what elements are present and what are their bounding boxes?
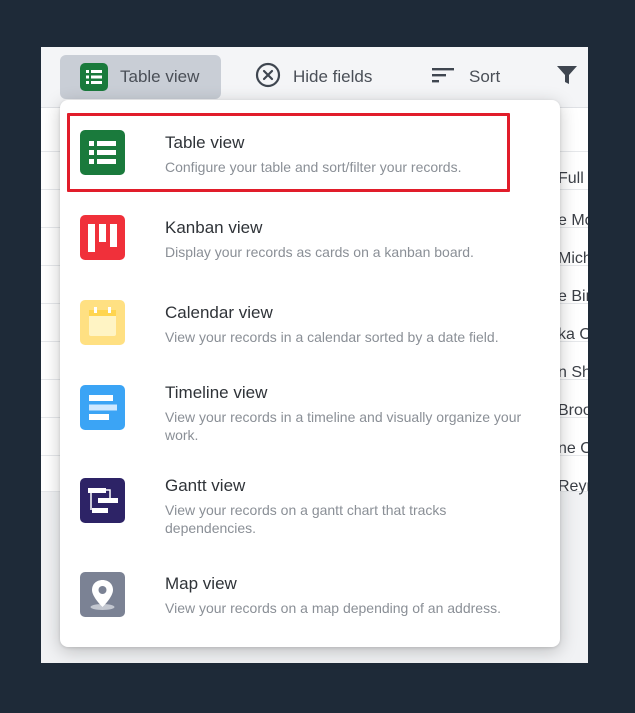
- sort-icon: [431, 66, 455, 89]
- table-cell[interactable]: ka O: [558, 326, 588, 344]
- menu-item-description: Display your records as cards on a kanba…: [165, 244, 474, 260]
- hide-fields-label: Hide fields: [293, 67, 373, 86]
- menu-item-title: Kanban view: [165, 218, 263, 237]
- menu-item-description: View your records in a calendar sorted b…: [165, 329, 499, 345]
- menu-item-description: View your records on a gantt chart that …: [165, 502, 447, 536]
- menu-item-description: Configure your table and sort/filter you…: [165, 159, 462, 175]
- kanban-icon: [80, 215, 125, 260]
- map-pin-icon: [80, 572, 125, 617]
- table-cell[interactable]: n Sh: [558, 364, 588, 382]
- table-cell[interactable]: ne O: [558, 440, 588, 458]
- calendar-icon: [80, 300, 125, 345]
- menu-item-description: View your records in a timeline and visu…: [165, 409, 522, 443]
- filter-button[interactable]: [555, 55, 579, 99]
- menu-item-title: Calendar view: [165, 303, 273, 322]
- table-icon: [80, 130, 125, 175]
- table-icon: [80, 63, 108, 91]
- menu-item-title: Table view: [165, 133, 245, 152]
- menu-item-title: Timeline view: [165, 383, 268, 402]
- table-cell[interactable]: Full: [558, 170, 584, 188]
- selection-highlight: [67, 113, 510, 192]
- filter-icon: [555, 63, 579, 92]
- table-cell[interactable]: e Mo: [558, 212, 588, 230]
- menu-item-title: Map view: [165, 574, 237, 593]
- timeline-icon: [80, 385, 125, 430]
- menu-item-title: Gantt view: [165, 476, 246, 495]
- sort-label: Sort: [469, 67, 501, 86]
- toolbar: Table view Hide fields Sort: [41, 47, 588, 108]
- menu-item-description: View your records on a map depending of …: [165, 600, 501, 616]
- table-view-label: Table view: [120, 67, 200, 86]
- table-cell[interactable]: Broo: [558, 402, 588, 420]
- gantt-icon: [80, 478, 125, 523]
- table-cell[interactable]: e Bir: [558, 288, 588, 306]
- table-cell[interactable]: Reyn: [558, 478, 588, 496]
- table-cell[interactable]: Mich: [558, 250, 588, 268]
- hide-fields-button[interactable]: Hide fields: [255, 55, 372, 99]
- sort-button[interactable]: Sort: [431, 55, 500, 99]
- close-circle-icon: [255, 62, 281, 93]
- view-type-menu: Table view Configure your table and sort…: [60, 100, 560, 647]
- table-view-button[interactable]: Table view: [60, 55, 221, 99]
